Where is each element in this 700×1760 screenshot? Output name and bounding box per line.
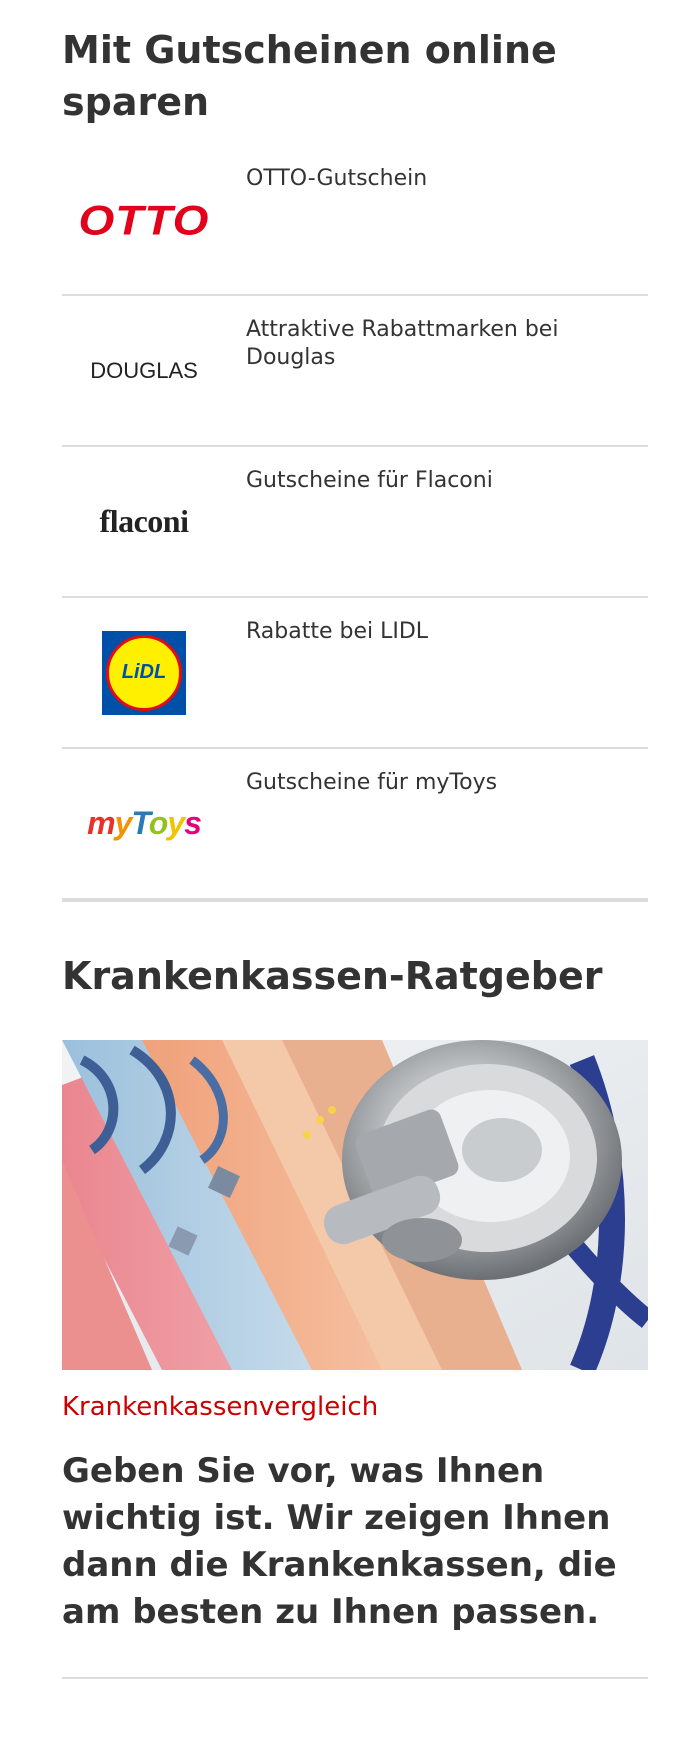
guide-heading: Krankenkassen-Ratgeber bbox=[62, 954, 603, 998]
voucher-item-flaconi[interactable]: flaconi Gutscheine für Flaconi bbox=[62, 447, 648, 598]
mytoys-logo[interactable]: myToys bbox=[62, 749, 226, 898]
douglas-logo-text: DOUGLAS bbox=[90, 357, 198, 383]
guide-teaser-link[interactable]: Geben Sie vor, was Ihnen wichtig ist. Wi… bbox=[62, 1448, 648, 1636]
otto-logo-text: OTTO bbox=[78, 196, 210, 243]
guide-kicker-link[interactable]: Krankenkassenvergleich bbox=[62, 1390, 378, 1424]
voucher-link-flaconi[interactable]: Gutscheine für Flaconi bbox=[246, 467, 636, 495]
lidl-logo-circle: LiDL bbox=[106, 634, 182, 711]
voucher-item-mytoys[interactable]: myToys Gutscheine für myToys bbox=[62, 749, 648, 902]
vouchers-heading: Mit Gutscheinen online sparen bbox=[62, 28, 557, 124]
stethoscope-euro-illustration bbox=[62, 1040, 648, 1370]
douglas-logo[interactable]: DOUGLAS bbox=[62, 296, 226, 445]
lidl-logo[interactable]: LiDL bbox=[62, 598, 226, 747]
voucher-link-douglas[interactable]: Attraktive Rabattmarken bei Douglas bbox=[246, 316, 636, 372]
flaconi-logo[interactable]: flaconi bbox=[62, 447, 226, 596]
flaconi-logo-text: flaconi bbox=[99, 503, 189, 539]
voucher-item-douglas[interactable]: DOUGLAS Attraktive Rabattmarken bei Doug… bbox=[62, 296, 648, 447]
voucher-link-otto[interactable]: OTTO-Gutschein bbox=[246, 165, 636, 193]
otto-logo[interactable]: OTTO bbox=[62, 145, 226, 294]
voucher-link-lidl[interactable]: Rabatte bei LIDL bbox=[246, 618, 636, 646]
voucher-list: OTTO OTTO-Gutschein DOUGLAS Attraktive R… bbox=[62, 145, 648, 902]
bottom-divider bbox=[62, 1677, 648, 1679]
guide-hero-image[interactable] bbox=[62, 1040, 648, 1370]
mytoys-logo-text: myToys bbox=[87, 805, 202, 841]
page: Mit Gutscheinen online sparen OTTO OTTO-… bbox=[0, 0, 700, 1760]
voucher-item-lidl[interactable]: LiDL Rabatte bei LIDL bbox=[62, 598, 648, 749]
voucher-link-mytoys[interactable]: Gutscheine für myToys bbox=[246, 769, 636, 797]
lidl-logo-square: LiDL bbox=[102, 630, 186, 715]
voucher-item-otto[interactable]: OTTO OTTO-Gutschein bbox=[62, 145, 648, 296]
